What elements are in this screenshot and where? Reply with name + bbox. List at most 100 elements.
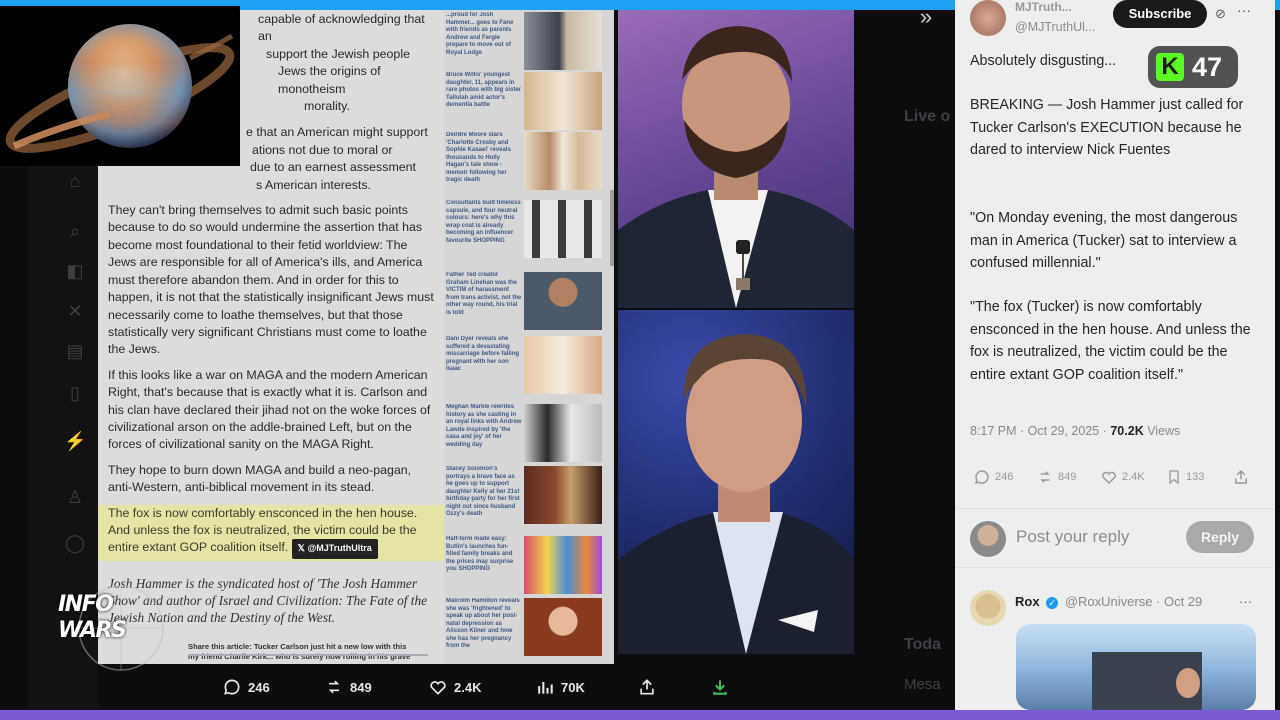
download-icon [713, 680, 727, 695]
grok-icon[interactable]: ⊘ [1215, 6, 1226, 22]
faded-sidebar-text: Toda [904, 636, 942, 653]
article-paragraph: They can't bring themselves to admit suc… [108, 203, 434, 357]
video-like-count: 2.4K [454, 679, 482, 695]
x-watermark-tag: 𝕏 @MJTruthUltra [291, 539, 378, 559]
article-line: Jews the origins of monotheism [278, 64, 381, 96]
bookmark-count: 133 [1186, 471, 1205, 483]
article-footer-rule [188, 654, 428, 656]
tweet-panel: MJTruth... @MJTruthUl... Subscribe ⊘ ···… [955, 0, 1275, 710]
more-icon[interactable]: ◯ [64, 532, 86, 554]
kick-logo-icon: K [1156, 53, 1184, 81]
repost-icon [1040, 471, 1050, 483]
photo-tucker-carlson [618, 310, 854, 654]
reply-author-line[interactable]: Rox ✓ @RoxUniverse · Oct 29 [1015, 594, 1202, 609]
reply-author-avatar[interactable] [970, 590, 1006, 626]
article-line: ations not due to moral or [252, 142, 393, 157]
profile-icon[interactable]: ♙ [64, 486, 86, 508]
tweet-body-quote2: "The fox (Tucker) is now comfortably ens… [970, 299, 1251, 383]
viewer-count: 47 [1192, 52, 1223, 82]
article-line: s American interests. [256, 177, 372, 192]
reply-author-handle: @RoxUniverse · Oct 29 [1064, 594, 1203, 609]
tweet-body-quote1: "On Monday evening, the most dangerous m… [970, 210, 1238, 271]
news-sidebar: ...proud for Josh Hammer... goes to Fane… [444, 10, 614, 664]
video-repost-stat[interactable]: 849 [324, 672, 372, 702]
news-item[interactable]: Half-term made easy: Butlin's launches f… [446, 536, 608, 596]
tweet-time: 8:17 PM · Oct 29, 2025 · [970, 424, 1111, 438]
video-share-button[interactable] [637, 672, 663, 702]
video-download-button[interactable] [710, 672, 736, 702]
bookmark-action[interactable]: 133 [1166, 468, 1204, 486]
video-like-stat[interactable]: 2.4K [428, 672, 481, 702]
reply-button[interactable]: Reply [1186, 521, 1254, 553]
news-thumbnail [524, 404, 602, 462]
video-frame: ⌂ ⌕ ◧ ✕ ▤ ▯ ⚡ ♙ ◯ capable of acknowledgi… [0, 0, 1280, 720]
grok-icon[interactable]: ◧ [64, 260, 86, 282]
news-item[interactable]: Malcolm Hamilton reveals she was 'fright… [446, 598, 608, 658]
heart-icon [430, 681, 446, 695]
news-item[interactable]: Consultants built timeless capsule, and … [446, 200, 608, 260]
news-thumbnail [524, 12, 602, 70]
x-logo-icon[interactable]: ✕ [64, 300, 86, 322]
bookmark-icon [1169, 470, 1179, 485]
views-chart-icon [538, 682, 553, 694]
news-thumbnail [524, 272, 602, 330]
reply-action[interactable]: 246 [973, 468, 1013, 486]
faded-sidebar-text: Live o [904, 108, 951, 125]
video-reply-stat[interactable]: 246 [222, 672, 270, 702]
article-scrollbar[interactable] [610, 190, 614, 266]
article-line: support the Jewish people [266, 46, 410, 61]
bookmark-icon[interactable]: ▯ [64, 382, 86, 404]
news-thumbnail [524, 336, 602, 394]
infowars-logo: INFO WARS [56, 570, 186, 680]
news-thumbnail [524, 536, 602, 594]
photo-josh-hammer [618, 10, 854, 308]
reply-input[interactable]: Post your reply [1016, 527, 1129, 547]
tweet-author-handle[interactable]: @MJTruthUl... [1015, 20, 1095, 34]
communities-icon[interactable]: ▤ [64, 340, 86, 362]
news-item[interactable]: ...proud for Josh Hammer... goes to Fane… [446, 12, 608, 72]
reply-media-image[interactable] [1016, 624, 1256, 710]
faded-sidebar-text: Mesa [904, 676, 941, 693]
article-paragraph: They hope to burn down MAGA and build a … [108, 462, 412, 495]
avatar[interactable] [970, 0, 1006, 36]
x-tag-handle: @MJTruthUltra [307, 543, 372, 554]
article-line: e that an American might support [246, 125, 428, 140]
more-options-icon[interactable]: ··· [1237, 2, 1251, 18]
video-views-stat[interactable]: 70K [535, 672, 585, 702]
news-item[interactable]: Dani Dyer reveals she suffered a devasta… [446, 336, 608, 396]
news-item[interactable]: Bruce Willis' youngest daughter, 11, app… [446, 72, 608, 132]
reply-count: 246 [995, 471, 1014, 483]
video-reply-count: 246 [248, 679, 270, 695]
tweet-author-name[interactable]: MJTruth... [1015, 0, 1072, 14]
news-item[interactable]: Deirdre Moore stars 'Charlotte Crosby an… [446, 132, 608, 192]
verified-icon[interactable]: ⚡ [64, 430, 86, 452]
news-item[interactable]: Stacey Solomon's portrays a brave face a… [446, 466, 608, 526]
news-item[interactable]: Meghan Markle rewrites history as she ca… [446, 404, 608, 464]
video-repost-count: 849 [350, 679, 372, 695]
article-line: capable of acknowledging that an [258, 12, 425, 44]
repost-action[interactable]: 849 [1036, 468, 1076, 486]
video-views-count: 70K [561, 679, 585, 695]
reply-author-name: Rox [1015, 594, 1040, 609]
reply-composer: Post your reply Reply [955, 508, 1275, 568]
subscribe-button[interactable]: Subscribe [1113, 0, 1207, 28]
news-item[interactable]: Father Ted creator Graham Linehan was th… [446, 272, 608, 332]
like-action[interactable]: 2.4K [1100, 468, 1145, 486]
tweet-views-count: 70.2K [1110, 424, 1144, 438]
article-line: due to an earnest assessment [250, 160, 416, 175]
news-thumbnail [524, 466, 602, 524]
news-thumbnail [524, 132, 602, 190]
like-count: 2.4K [1122, 471, 1145, 483]
heart-icon [1102, 471, 1116, 485]
share-line: Share this article: Tucker Carlson just … [188, 641, 407, 651]
news-thumbnail [524, 72, 602, 130]
reply-icon [974, 470, 989, 485]
saturn-overlay-image [0, 6, 240, 166]
collapse-panel-icon[interactable]: » [912, 4, 940, 30]
home-icon[interactable]: ⌂ [64, 170, 86, 192]
search-icon[interactable]: ⌕ [64, 220, 86, 242]
news-thumbnail [524, 200, 602, 258]
reply-more-icon[interactable]: ··· [1239, 594, 1252, 609]
share-action[interactable] [1232, 468, 1254, 486]
share-icon [640, 679, 654, 695]
